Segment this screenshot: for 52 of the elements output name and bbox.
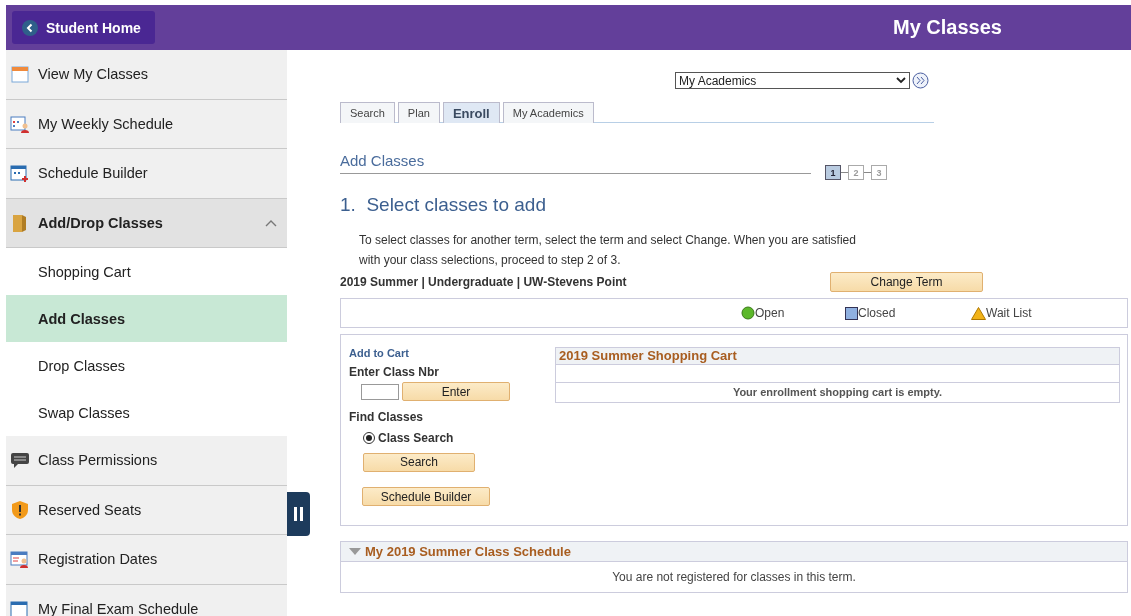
chevron-down-icon: [896, 77, 906, 84]
calendar-person-icon: [10, 549, 30, 570]
search-button[interactable]: Search: [363, 452, 475, 472]
step-indicator: 3: [871, 165, 887, 180]
collapse-handle[interactable]: [287, 492, 310, 536]
tab[interactable]: Enroll: [442, 102, 500, 123]
radio-label: Class Search: [378, 431, 454, 445]
sidebar-item[interactable]: View My Classes: [6, 50, 287, 100]
section-title: Add Classes: [340, 152, 811, 174]
enter-button[interactable]: Enter: [402, 382, 510, 401]
class-number-field[interactable]: [361, 383, 399, 400]
step-indicator: 2: [848, 165, 864, 180]
legend-label: Open: [755, 306, 785, 320]
academics-dropdown[interactable]: My Academics: [675, 72, 910, 89]
collapse-triangle-icon[interactable]: [349, 547, 361, 556]
instructions-text: To select classes for another term, select the term and select Change. When you are satisfied with your class selections, proceed to step 2 of 3.: [359, 232, 857, 269]
panel-title: Add to Cart: [349, 347, 410, 359]
cart-title: 2019 Summer Shopping Cart: [556, 348, 1119, 365]
legend-label: Closed: [858, 306, 896, 320]
sidebar-item[interactable]: My Weekly Schedule: [6, 99, 287, 149]
empty-cart-message: Your enrollment shopping cart is empty.: [731, 385, 944, 400]
calendar-icon: [10, 598, 30, 616]
page-title: My Classes: [893, 16, 1002, 39]
shield-warning-icon: [10, 499, 30, 520]
step-heading: 1. Select classes to add: [340, 194, 547, 216]
sidebar-item[interactable]: Registration Dates: [6, 535, 287, 585]
sidebar-subitem[interactable]: Add Classes: [6, 295, 287, 342]
calendar-icon: [10, 64, 30, 85]
sidebar-item[interactable]: Class Permissions: [6, 436, 287, 486]
sidebar-item[interactable]: Schedule Builder: [6, 149, 287, 199]
schedule-builder-button[interactable]: Schedule Builder: [362, 487, 490, 506]
term-label: 2019 Summer | Undergraduate | UW-Stevens Point: [340, 275, 628, 289]
calendar-person-icon: [10, 113, 30, 134]
chevron-up-icon: [265, 218, 277, 227]
tab[interactable]: My Academics: [502, 102, 594, 123]
schedule-message: You are not registered for classes in this term.: [611, 569, 857, 586]
change-term-button[interactable]: Change Term: [830, 272, 983, 292]
schedule-title: My 2019 Summer Class Schedule: [365, 544, 571, 559]
tab[interactable]: Plan: [397, 102, 440, 123]
sidebar-item[interactable]: Add/Drop Classes: [6, 198, 287, 248]
field-label: Enter Class Nbr: [349, 365, 441, 379]
tab[interactable]: Search: [340, 102, 395, 123]
field-label: Find Classes: [349, 410, 425, 424]
chat-icon: [10, 450, 30, 471]
step-indicator: 1: [825, 165, 841, 180]
sidebar-item[interactable]: My Final Exam Schedule: [6, 584, 287, 616]
go-button[interactable]: [912, 72, 929, 89]
back-button[interactable]: Student Home: [12, 11, 155, 44]
radio-button[interactable]: [363, 432, 375, 444]
legend-label: Wait List: [986, 306, 1032, 320]
sidebar-item[interactable]: Reserved Seats: [6, 485, 287, 535]
calendar-plus-icon: [10, 163, 30, 184]
